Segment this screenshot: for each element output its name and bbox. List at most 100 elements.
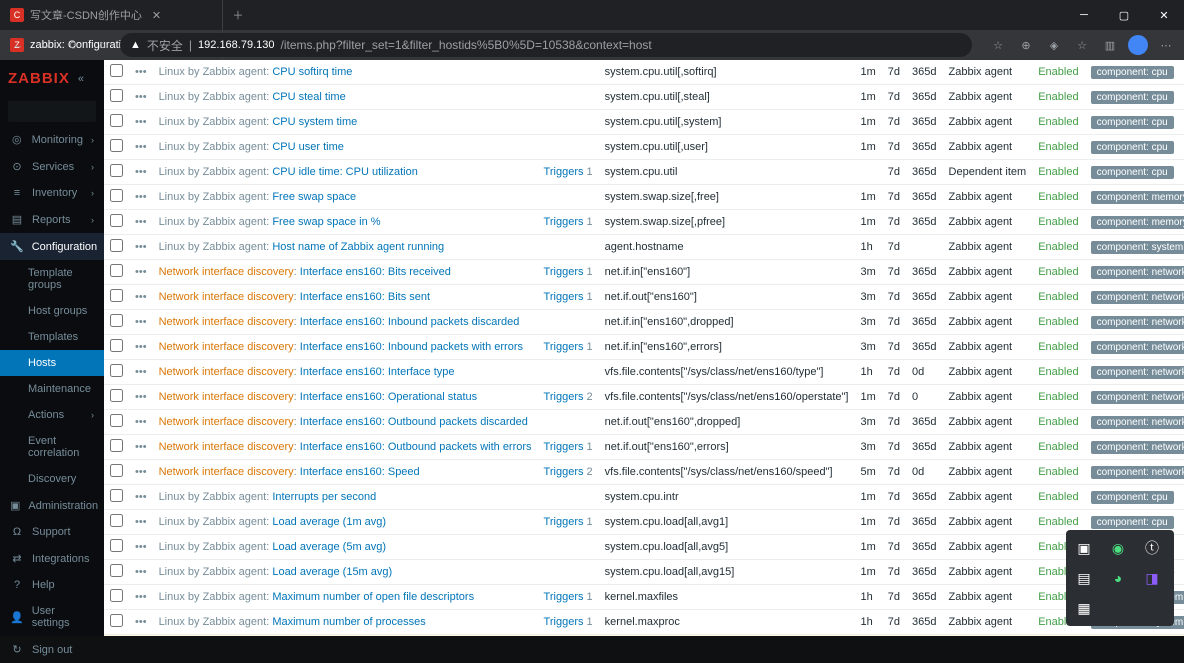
sidebar-subitem-template-groups[interactable]: Template groups (0, 260, 104, 298)
row-checkbox[interactable] (110, 464, 123, 477)
status-link[interactable]: Enabled (1038, 116, 1078, 128)
item-link[interactable]: Interface ens160: Operational status (300, 391, 477, 403)
sidebar-item-inventory[interactable]: ≡Inventory› (0, 180, 104, 206)
float-icon-1[interactable]: ▣ (1072, 536, 1096, 560)
row-checkbox[interactable] (110, 114, 123, 127)
forward-icon[interactable]: → (36, 35, 56, 55)
item-link[interactable]: Free swap space (272, 191, 356, 203)
sidebar-subitem-discovery[interactable]: Discovery (0, 466, 104, 492)
row-menu-icon[interactable]: ••• (129, 185, 153, 210)
status-link[interactable]: Enabled (1038, 441, 1078, 453)
maximize-button[interactable]: ▢ (1104, 0, 1144, 30)
row-menu-icon[interactable]: ••• (129, 285, 153, 310)
row-checkbox[interactable] (110, 589, 123, 602)
item-link[interactable]: Host name of Zabbix agent running (272, 241, 444, 253)
sidebar-item-reports[interactable]: ▤Reports› (0, 206, 104, 233)
item-link[interactable]: Load average (1m avg) (272, 516, 386, 528)
row-menu-icon[interactable]: ••• (129, 335, 153, 360)
minimize-button[interactable]: ─ (1064, 0, 1104, 30)
triggers-link[interactable]: Triggers (544, 516, 584, 528)
row-checkbox[interactable] (110, 414, 123, 427)
status-link[interactable]: Enabled (1038, 191, 1078, 203)
row-menu-icon[interactable]: ••• (129, 485, 153, 510)
row-checkbox[interactable] (110, 189, 123, 202)
sidebar-subitem-hosts[interactable]: Hosts (0, 350, 104, 376)
float-icon-7[interactable]: ▦ (1072, 596, 1096, 620)
row-menu-icon[interactable]: ••• (129, 460, 153, 485)
triggers-link[interactable]: Triggers (544, 341, 584, 353)
triggers-link[interactable]: Triggers (544, 266, 584, 278)
item-link[interactable]: Interface ens160: Inbound packets with e… (300, 341, 523, 353)
item-link[interactable]: Interface ens160: Bits received (300, 266, 451, 278)
row-checkbox[interactable] (110, 439, 123, 452)
row-menu-icon[interactable]: ••• (129, 235, 153, 260)
status-link[interactable]: Enabled (1038, 216, 1078, 228)
row-checkbox[interactable] (110, 239, 123, 252)
extension-icon[interactable]: ◈ (1044, 35, 1064, 55)
float-icon-5[interactable]: ◕ (1106, 566, 1130, 590)
menu-icon[interactable]: ⋯ (1156, 35, 1176, 55)
item-link[interactable]: CPU steal time (272, 91, 345, 103)
collapse-icon[interactable]: « (78, 73, 84, 85)
item-link[interactable]: Interface ens160: Interface type (300, 366, 455, 378)
row-menu-icon[interactable]: ••• (129, 585, 153, 610)
row-checkbox[interactable] (110, 89, 123, 102)
row-menu-icon[interactable]: ••• (129, 410, 153, 435)
row-menu-icon[interactable]: ••• (129, 60, 153, 85)
row-menu-icon[interactable]: ••• (129, 510, 153, 535)
avatar[interactable] (1128, 35, 1148, 55)
sidebar-search[interactable]: 🔍 (8, 101, 96, 122)
float-icon-4[interactable]: ▤ (1072, 566, 1096, 590)
row-menu-icon[interactable]: ••• (129, 85, 153, 110)
row-checkbox[interactable] (110, 289, 123, 302)
status-link[interactable]: Enabled (1038, 66, 1078, 78)
status-link[interactable]: Enabled (1038, 266, 1078, 278)
status-link[interactable]: Enabled (1038, 416, 1078, 428)
row-checkbox[interactable] (110, 139, 123, 152)
row-checkbox[interactable] (110, 489, 123, 502)
row-checkbox[interactable] (110, 514, 123, 527)
row-checkbox[interactable] (110, 214, 123, 227)
status-link[interactable]: Enabled (1038, 91, 1078, 103)
row-menu-icon[interactable]: ••• (129, 360, 153, 385)
reload-icon[interactable]: ⟳ (64, 35, 84, 55)
status-link[interactable]: Enabled (1038, 316, 1078, 328)
row-menu-icon[interactable]: ••• (129, 610, 153, 635)
row-checkbox[interactable] (110, 164, 123, 177)
sidebar-subitem-event-correlation[interactable]: Event correlation (0, 428, 104, 466)
item-link[interactable]: Maximum number of open file descriptors (272, 591, 474, 603)
status-link[interactable]: Enabled (1038, 166, 1078, 178)
triggers-link[interactable]: Triggers (544, 466, 584, 478)
item-link[interactable]: Interrupts per second (272, 491, 376, 503)
triggers-link[interactable]: Triggers (544, 616, 584, 628)
tab-close-icon[interactable]: ✕ (148, 9, 165, 22)
item-link[interactable]: Interface ens160: Inbound packets discar… (300, 316, 520, 328)
triggers-link[interactable]: Triggers (544, 391, 584, 403)
item-link[interactable]: Interface ens160: Bits sent (300, 291, 430, 303)
row-menu-icon[interactable]: ••• (129, 160, 153, 185)
close-button[interactable]: ✕ (1144, 0, 1184, 30)
item-link[interactable]: Free swap space in % (272, 216, 380, 228)
triggers-link[interactable]: Triggers (544, 591, 584, 603)
status-link[interactable]: Enabled (1038, 516, 1078, 528)
row-checkbox[interactable] (110, 339, 123, 352)
row-menu-icon[interactable]: ••• (129, 110, 153, 135)
sidebar-subitem-host-groups[interactable]: Host groups (0, 298, 104, 324)
row-checkbox[interactable] (110, 564, 123, 577)
star-icon[interactable]: ☆ (988, 35, 1008, 55)
row-checkbox[interactable] (110, 264, 123, 277)
item-link[interactable]: CPU softirq time (272, 66, 352, 78)
home-icon[interactable]: ⌂ (92, 35, 112, 55)
item-link[interactable]: Interface ens160: Outbound packets with … (300, 441, 532, 453)
item-link[interactable]: CPU user time (272, 141, 344, 153)
row-checkbox[interactable] (110, 614, 123, 627)
float-icon-6[interactable]: ◨ (1140, 566, 1164, 590)
row-checkbox[interactable] (110, 539, 123, 552)
sidebar-item-services[interactable]: ⊙Services› (0, 153, 104, 180)
triggers-link[interactable]: Triggers (544, 291, 584, 303)
item-link[interactable]: Interface ens160: Outbound packets disca… (300, 416, 528, 428)
new-tab-button[interactable]: ＋ (223, 7, 254, 23)
status-link[interactable]: Enabled (1038, 466, 1078, 478)
item-link[interactable]: Maximum number of processes (272, 616, 425, 628)
status-link[interactable]: Enabled (1038, 391, 1078, 403)
